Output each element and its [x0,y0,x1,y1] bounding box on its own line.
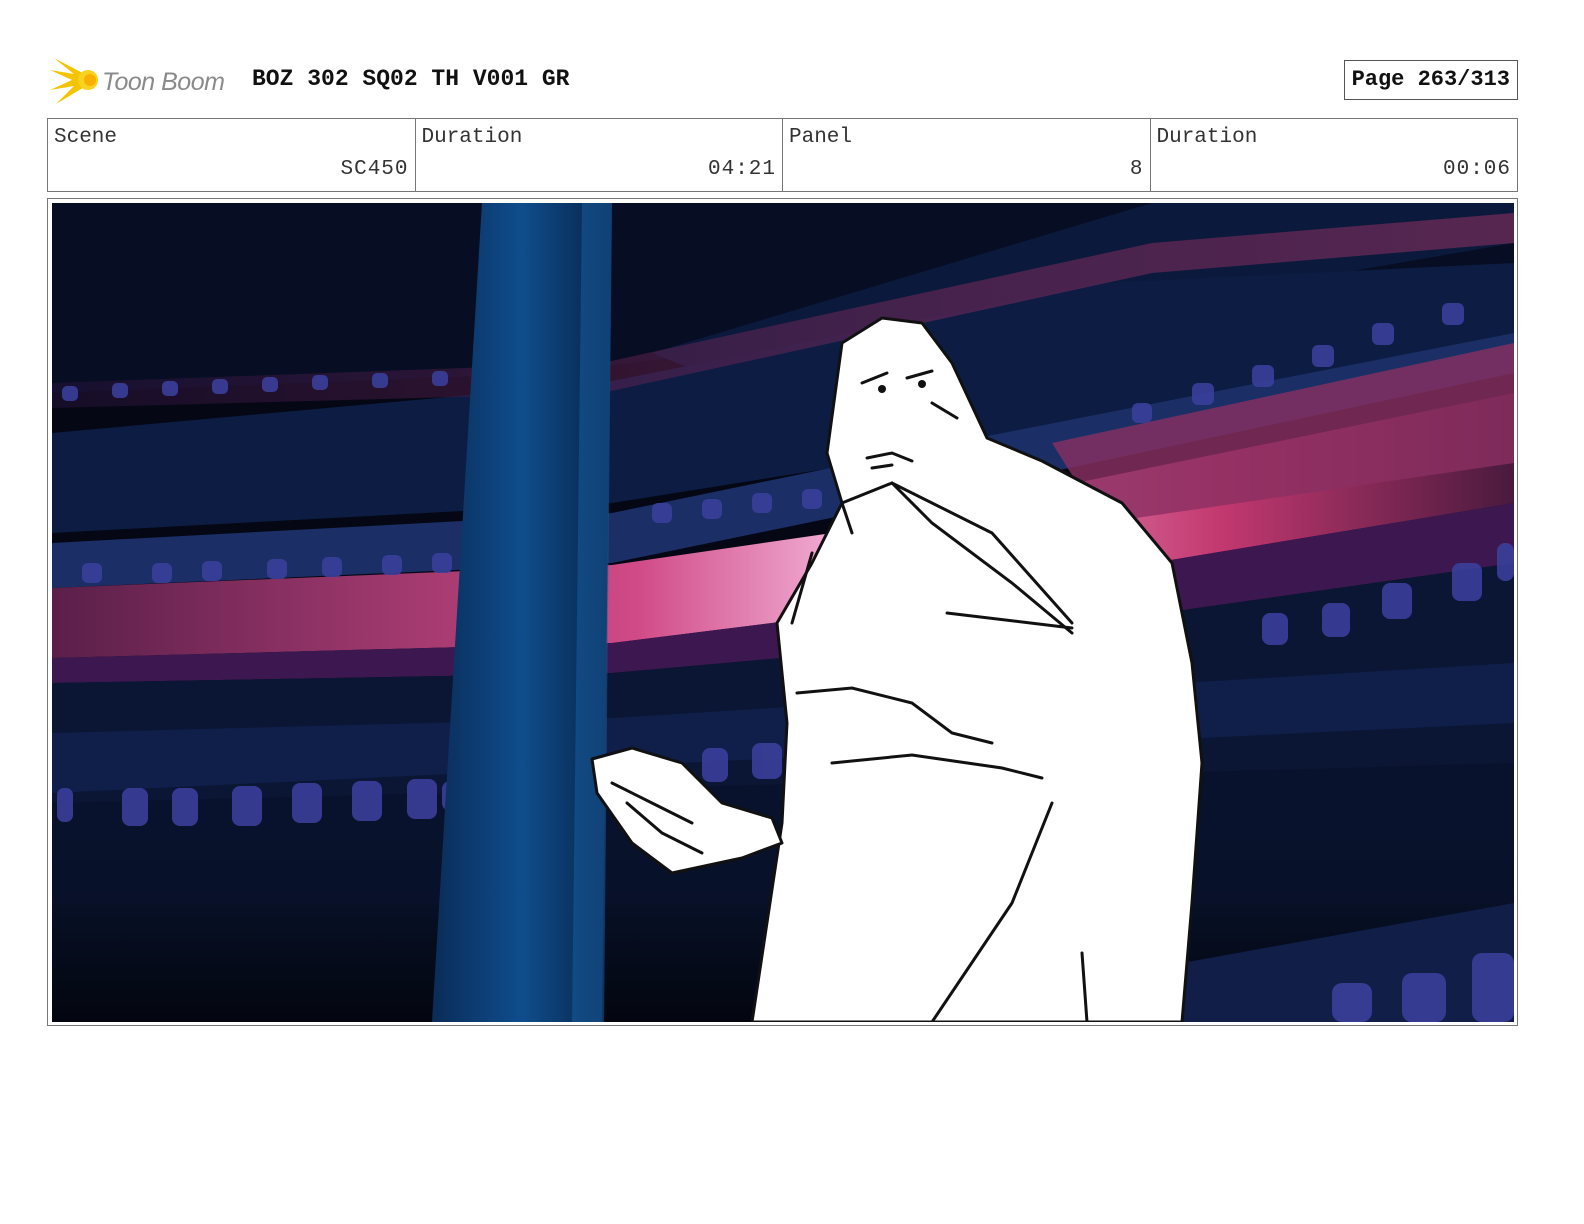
scene-duration-cell: Duration 04:21 [416,119,783,191]
scene-duration-value: 04:21 [707,158,776,181]
scene-value: SC450 [340,158,409,181]
panel-label: Panel [789,126,853,149]
storyboard-panel-image [52,203,1514,1022]
starburst-icon [50,58,98,104]
storyboard-artwork [52,203,1514,1022]
scene-cell: Scene SC450 [48,119,416,191]
scene-label: Scene [54,126,118,149]
document-title: BOZ 302 SQ02 TH V001 GR [252,66,570,92]
panel-cell: Panel 8 [783,119,1151,191]
scene-duration-label: Duration [421,126,523,149]
page-header: Toon Boom BOZ 302 SQ02 TH V001 GR Page 2… [48,52,1520,108]
panel-duration-label: Duration [1156,126,1258,149]
panel-duration-cell: Duration 00:06 [1151,119,1518,191]
panel-duration-value: 00:06 [1442,158,1511,181]
panel-value: 8 [1129,158,1144,181]
logo-wordmark: Toon Boom [102,68,225,96]
toon-boom-logo: Toon Boom [48,54,238,106]
page-number: Page 263/313 [1343,60,1518,100]
panel-info-table: Scene SC450 Duration 04:21 Panel 8 Durat… [47,118,1518,192]
